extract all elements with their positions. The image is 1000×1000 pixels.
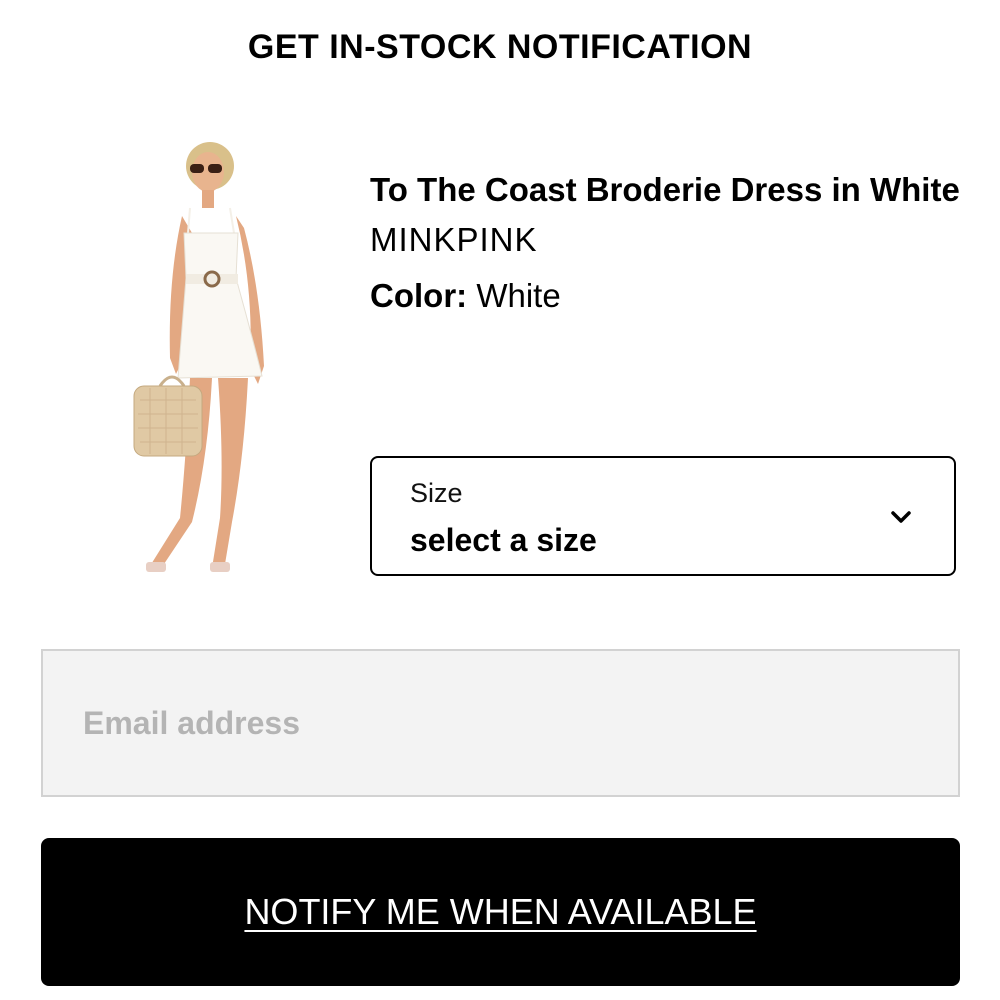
in-stock-notification-page: GET IN-STOCK NOTIFICATION To The Coast B… — [0, 0, 1000, 1000]
product-image — [133, 142, 264, 572]
size-label: Size — [410, 478, 463, 508]
product-brand: MINKPINK — [370, 221, 538, 258]
size-value: select a size — [410, 522, 597, 558]
product-info: To The Coast Broderie Dress in White MIN… — [370, 168, 960, 315]
email-field[interactable] — [41, 649, 960, 797]
page-title: GET IN-STOCK NOTIFICATION — [247, 28, 753, 66]
chevron-down-icon — [891, 511, 911, 523]
size-dropdown[interactable]: Size select a size — [370, 456, 956, 576]
product-color: Color: White — [370, 277, 960, 315]
color-label: Color: — [370, 277, 468, 314]
color-value: White — [476, 277, 561, 314]
notify-me-button[interactable]: NOTIFY ME WHEN AVAILABLE — [41, 838, 960, 986]
product-name: To The Coast Broderie Dress in White — [370, 171, 960, 208]
